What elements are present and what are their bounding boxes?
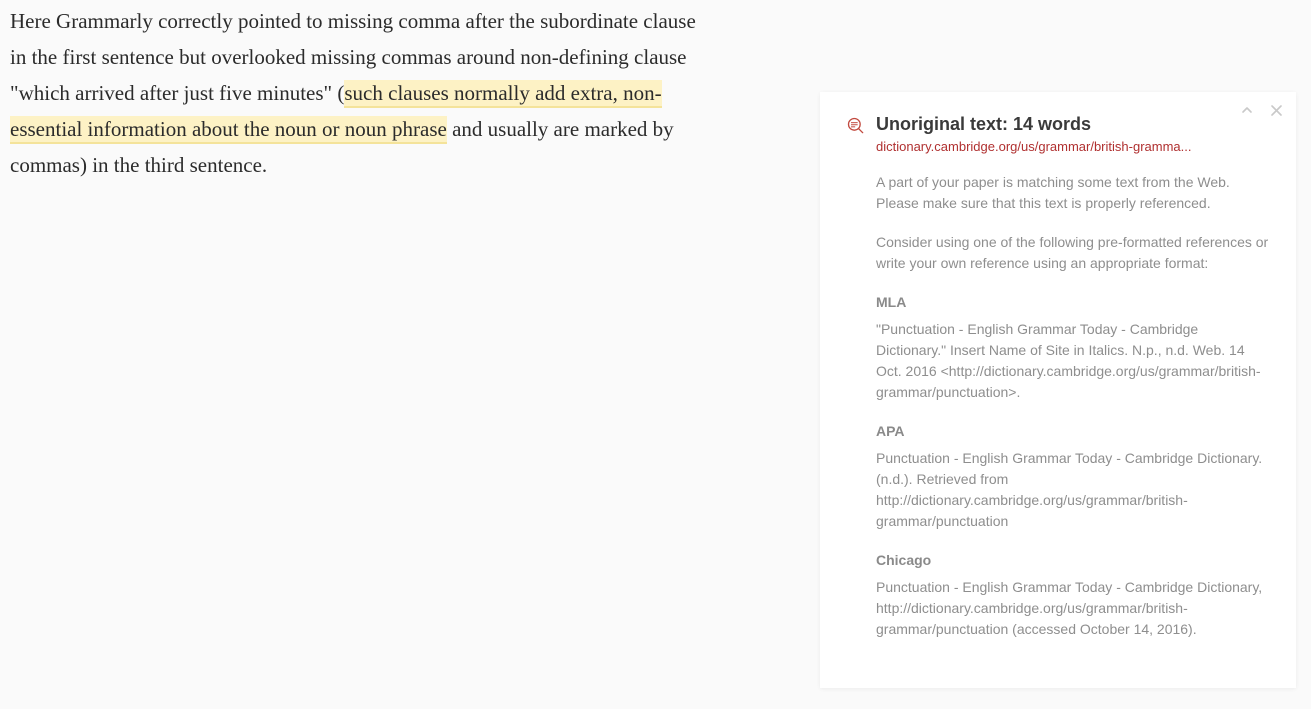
ref-label-mla: MLA <box>876 292 1270 313</box>
ref-label-chicago: Chicago <box>876 550 1270 571</box>
article-body: Here Grammarly correctly pointed to miss… <box>10 3 700 184</box>
card-suggestion-text: Consider using one of the following pre-… <box>876 232 1270 274</box>
card-controls <box>1241 104 1282 118</box>
chevron-up-icon <box>1241 104 1253 116</box>
card-warning-text: A part of your paper is matching some te… <box>876 172 1270 214</box>
card-body: A part of your paper is matching some te… <box>876 172 1270 640</box>
ref-label-apa: APA <box>876 421 1270 442</box>
collapse-button[interactable] <box>1241 104 1253 118</box>
card-source-link[interactable]: dictionary.cambridge.org/us/grammar/brit… <box>876 139 1270 154</box>
ref-text-apa: Punctuation - English Grammar Today - Ca… <box>876 448 1270 532</box>
close-button[interactable] <box>1271 104 1282 118</box>
plagiarism-card: Unoriginal text: 14 words dictionary.cam… <box>820 92 1296 688</box>
plagiarism-icon <box>846 116 866 136</box>
card-title: Unoriginal text: 14 words <box>876 114 1270 135</box>
card-header: Unoriginal text: 14 words dictionary.cam… <box>846 114 1270 154</box>
ref-text-chicago: Punctuation - English Grammar Today - Ca… <box>876 577 1270 640</box>
close-icon <box>1271 105 1282 116</box>
ref-text-mla: "Punctuation - English Grammar Today - C… <box>876 319 1270 403</box>
